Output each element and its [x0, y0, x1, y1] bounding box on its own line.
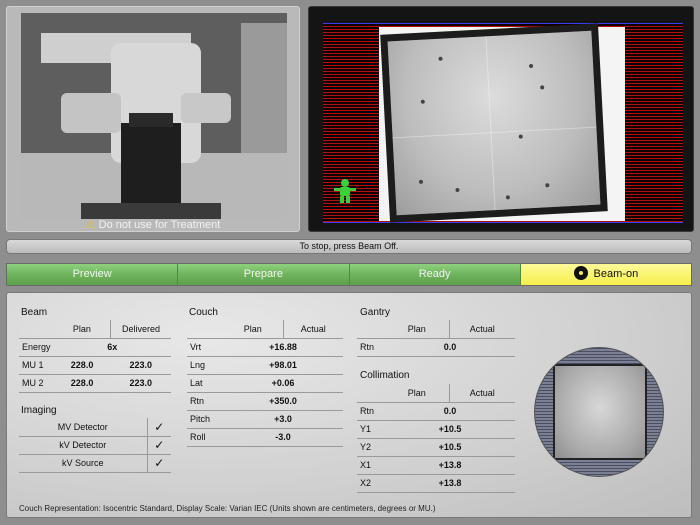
tab-ready[interactable]: Ready [349, 264, 521, 285]
table-row: X2 +13.8 [357, 474, 515, 493]
room-camera-panel: ⚠ Do not use for Treatment [6, 6, 300, 232]
warning-icon: ⚠ [85, 219, 96, 231]
couch-vrt-value: +16.88 [223, 338, 343, 357]
table-row: Rtn 0.0 [357, 402, 515, 421]
couch-rtn-value: +350.0 [223, 392, 343, 411]
kv-source-label: kV Source [19, 454, 147, 473]
table-row: kV Detector ✓ [19, 436, 171, 455]
collimation-x2-value: +13.8 [385, 474, 515, 493]
table-row: kV Source ✓ [19, 454, 171, 473]
imaging-section-title: Imaging [21, 405, 57, 416]
beam-col-plan: Plan [53, 320, 111, 339]
table-row: Rtn 0.0 [357, 338, 515, 357]
collimation-y2-label: Y2 [357, 438, 385, 457]
collimation-rtn-label: Rtn [357, 402, 385, 421]
table-row: X1 +13.8 [357, 456, 515, 475]
couch-lat-value: +0.06 [223, 374, 343, 393]
status-message-bar: To stop, press Beam Off. [6, 239, 692, 254]
energy-label: Energy [19, 338, 54, 357]
couch-lng-value: +98.01 [223, 356, 343, 375]
couch-pitch-label: Pitch [187, 410, 223, 429]
tab-beam-on-label: Beam-on [593, 268, 639, 280]
table-row: MU 1 228.0 223.0 [19, 356, 171, 375]
couch-rtn-label: Rtn [187, 392, 223, 411]
gantry-col-plan: Plan [385, 320, 449, 339]
mu2-delivered: 223.0 [110, 374, 171, 393]
couch-col-plan: Plan [223, 320, 283, 339]
radiation-field [379, 23, 625, 223]
gantry-table: Plan Actual Rtn 0.0 [357, 320, 515, 357]
table-row: MV Detector ✓ [19, 418, 171, 437]
energy-value: 6x [53, 338, 171, 357]
collimator-field-opening [553, 364, 647, 460]
patient-orientation-icon [334, 179, 356, 203]
couch-col-actual: Actual [282, 320, 343, 339]
mu2-label: MU 2 [19, 374, 54, 393]
tab-preview[interactable]: Preview [7, 264, 179, 285]
footnote: Couch Representation: Isocentric Standar… [19, 504, 436, 513]
collimation-col-actual: Actual [448, 384, 515, 403]
beam-col-delivered: Delivered [110, 320, 171, 339]
table-row: Pitch +3.0 [187, 410, 343, 429]
couch-roll-label: Roll [187, 428, 223, 447]
tab-beam-on[interactable]: Beam-on [520, 264, 691, 285]
couch-roll-value: -3.0 [223, 428, 343, 447]
gantry-col-actual: Actual [448, 320, 515, 339]
couch-table: Plan Actual Vrt +16.88 Lng +98.01 Lat +0… [187, 320, 343, 447]
collimation-table: Plan Actual Rtn 0.0 Y1 +10.5 Y2 +10.5 X1… [357, 384, 515, 493]
room-camera-view [21, 13, 287, 219]
gantry-rtn-value: 0.0 [385, 338, 515, 357]
table-row: MU 2 228.0 223.0 [19, 374, 171, 393]
mv-detector-label: MV Detector [19, 418, 147, 437]
portal-image-view [323, 23, 683, 223]
collimation-rtn-value: 0.0 [385, 402, 515, 421]
table-row: Rtn +350.0 [187, 392, 343, 411]
camera-warning: ⚠ Do not use for Treatment [7, 218, 299, 231]
mu1-plan: 228.0 [53, 356, 111, 375]
collimation-col-plan: Plan [385, 384, 449, 403]
beam-table: Plan Delivered Energy 6x MU 1 228.0 223.… [19, 320, 171, 393]
linac-room-image [21, 13, 287, 219]
mu2-plan: 228.0 [53, 374, 111, 393]
portal-image [380, 23, 608, 223]
collimator-beam-eye-view [534, 347, 664, 477]
workflow-steps: Preview Prepare Ready Beam-on [6, 263, 692, 286]
mu1-delivered: 223.0 [110, 356, 171, 375]
table-row: Vrt +16.88 [187, 338, 343, 357]
couch-vrt-label: Vrt [187, 338, 223, 357]
tab-prepare[interactable]: Prepare [178, 264, 350, 285]
collimation-y2-value: +10.5 [385, 438, 515, 457]
collimation-y1-value: +10.5 [385, 420, 515, 439]
couch-pitch-value: +3.0 [223, 410, 343, 429]
kv-source-check: ✓ [146, 454, 171, 473]
couch-lng-label: Lng [187, 356, 223, 375]
radiation-icon [573, 266, 588, 280]
gantry-rtn-label: Rtn [357, 338, 385, 357]
couch-lat-label: Lat [187, 374, 223, 393]
table-row: Roll -3.0 [187, 428, 343, 447]
collimation-x2-label: X2 [357, 474, 385, 493]
mu1-label: MU 1 [19, 356, 54, 375]
collimation-x1-value: +13.8 [385, 456, 515, 475]
imaging-table: MV Detector ✓ kV Detector ✓ kV Source ✓ [19, 418, 171, 473]
kv-detector-check: ✓ [146, 436, 171, 455]
gantry-section-title: Gantry [360, 307, 391, 318]
imaging-panel [308, 6, 694, 232]
collimation-x1-label: X1 [357, 456, 385, 475]
table-row: Y1 +10.5 [357, 420, 515, 439]
couch-section-title: Couch [189, 307, 218, 318]
mv-detector-check: ✓ [146, 418, 171, 437]
beam-section-title: Beam [21, 307, 48, 318]
collimation-y1-label: Y1 [357, 420, 385, 439]
camera-warning-text: Do not use for Treatment [98, 219, 221, 231]
treatment-parameters-panel: Beam Plan Delivered Energy 6x MU 1 228.0… [6, 292, 692, 518]
table-row: Lng +98.01 [187, 356, 343, 375]
table-row: Lat +0.06 [187, 374, 343, 393]
table-row: Y2 +10.5 [357, 438, 515, 457]
collimation-section-title: Collimation [360, 370, 410, 381]
kv-detector-label: kV Detector [19, 436, 147, 455]
